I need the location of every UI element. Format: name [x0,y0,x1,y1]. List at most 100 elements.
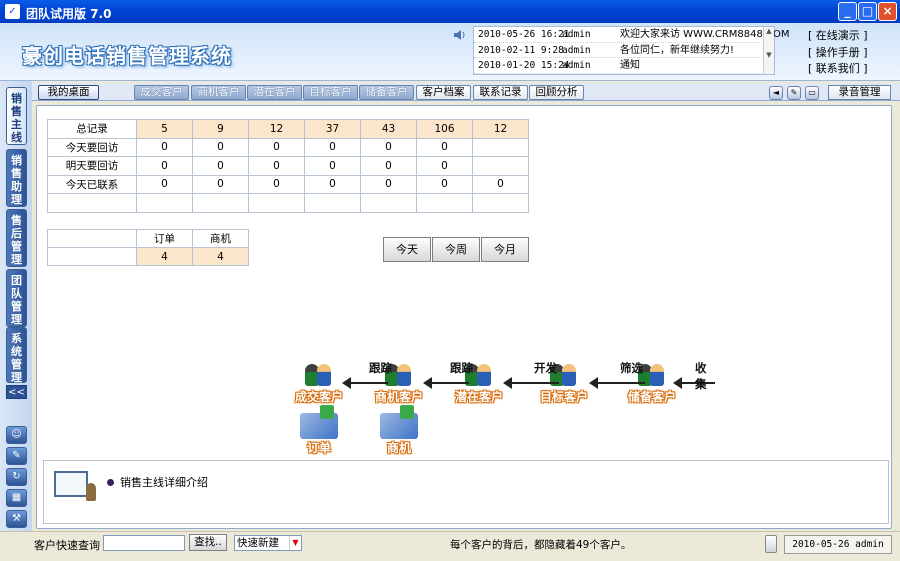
flow-doc-opportunities[interactable]: 商机 [369,405,429,456]
row-label: 明天要回访 [47,156,137,176]
maximize-button[interactable]: □ [858,2,877,21]
table-cell[interactable]: 0 [136,156,193,176]
quick-query-input[interactable] [103,535,185,551]
table-cell[interactable]: 9 [192,119,249,139]
flow-doc-orders[interactable]: 订单 [289,405,349,456]
news-item[interactable]: 2010-02-11 9:28admin 各位同仁，新年继续努力! [474,43,774,58]
nav-bar: 我的桌面 成交客户 商机客户 潜在客户 目标客户 储备客户 客户档案 联系记录 … [32,83,900,101]
flow-node-label: 目标客户 [539,390,588,404]
table-cell[interactable]: 0 [136,137,193,157]
tab-contact-records[interactable]: 联系记录 [473,85,528,100]
window-title: 团队试用版 7.0 [26,7,112,21]
refresh-icon[interactable]: ↻ [6,468,27,486]
news-scrollbar[interactable]: ▲ ▼ [763,27,774,74]
today-button[interactable]: 今天 [383,237,431,262]
flow-arrow-label: 开发 [534,361,557,375]
table-cell[interactable]: 0 [472,174,529,194]
screen-icon[interactable]: ▭ [805,86,819,100]
table-cell[interactable]: 5 [136,119,193,139]
tab-target-customers[interactable]: 目标客户 [303,85,358,100]
flow-arrow [342,377,388,389]
link-online-demo[interactable]: [ 在线演示 ] [808,28,868,45]
table-cell[interactable]: 37 [304,119,361,139]
close-button[interactable]: × [878,2,897,21]
table-cell[interactable]: 0 [248,137,305,157]
table-cell[interactable]: 0 [360,137,417,157]
sidebar-tab-aftersales[interactable]: 售后管理 [6,209,27,267]
table-cell[interactable]: 0 [192,156,249,176]
minimize-button[interactable]: _ [838,2,857,21]
table-cell[interactable]: 106 [416,119,473,139]
table-cell[interactable]: 12 [248,119,305,139]
search-button[interactable]: 查找.. [189,534,227,551]
opportunity-icon [380,405,418,439]
news-item[interactable]: 2010-01-20 15:24admin 通知 [474,58,774,74]
tab-review-analysis[interactable]: 回顾分析 [529,85,584,100]
column-header-orders: 订单 [136,229,193,248]
sidebar-tab-assistant[interactable]: 销售助理 [6,149,27,207]
intro-link[interactable]: 销售主线详细介绍 [120,474,208,490]
table-cell[interactable]: 0 [136,174,193,194]
tab-reserve-customers[interactable]: 储备客户 [359,85,414,100]
tab-opportunity-customers[interactable]: 商机客户 [191,85,246,100]
table-cell [192,193,249,213]
this-month-button[interactable]: 今月 [481,237,529,262]
collapse-button[interactable]: << [6,385,27,399]
sound-icon[interactable]: ◄ [769,86,783,100]
table-cell[interactable]: 0 [416,137,473,157]
link-contact[interactable]: [ 联系我们 ] [808,61,868,78]
flow-arrow-label: 跟踪 [369,361,392,375]
table-cell[interactable]: 0 [360,174,417,194]
sidebar-tab-system[interactable]: 系统管理 [6,327,27,384]
table-cell[interactable]: 43 [360,119,417,139]
tab-customer-files[interactable]: 客户档案 [416,85,471,100]
speaker-icon[interactable] [453,28,467,42]
sidebar-tab-team[interactable]: 团队管理 [6,269,27,327]
quick-new-select[interactable]: 快速新建 ▼ [234,535,302,551]
bullet-icon [107,479,114,486]
pen-icon[interactable]: ✎ [787,86,801,100]
content-panel: 总记录 5 9 12 37 43 106 12 今天要回访 0 0 0 0 0 … [36,105,892,529]
left-sidebar: 销售主线 销售助理 售后管理 团队管理 系统管理 << ☺ ✎ ↻ ▦ ⚒ [0,81,32,561]
news-item[interactable]: 2010-05-26 16:21admin 欢迎大家来访 WWW.CRM8848.… [474,27,790,43]
table-cell[interactable]: 0 [304,156,361,176]
table-cell[interactable]: 0 [248,174,305,194]
tab-my-desktop[interactable]: 我的桌面 [38,85,99,100]
tools-icon[interactable]: ⚒ [6,510,27,528]
table-cell [136,193,193,213]
table-cell[interactable]: 0 [192,137,249,157]
this-week-button[interactable]: 今周 [432,237,480,262]
period-buttons: 今天 今周 今月 [383,237,530,262]
flow-doc-label: 商机 [386,441,411,455]
sidebar-tab-sales[interactable]: 销售主线 [6,87,27,145]
table-cell[interactable]: 0 [248,156,305,176]
table-cell [472,193,529,213]
user-icon[interactable]: ☺ [6,426,27,444]
orders-table: 订单 商机 4 4 [47,229,249,266]
table-cell[interactable]: 0 [416,174,473,194]
table-cell[interactable]: 0 [416,156,473,176]
table-cell[interactable]: 0 [360,156,417,176]
calculator-icon[interactable]: ▦ [6,489,27,507]
flow-node-label: 储备客户 [627,390,676,404]
tab-closed-customers[interactable]: 成交客户 [134,85,189,100]
app-logo: 豪创电话销售管理系统 [22,44,232,68]
orders-count[interactable]: 4 [136,247,193,266]
table-cell[interactable]: 0 [192,174,249,194]
table-cell[interactable]: 0 [304,137,361,157]
quick-new-value: 快速新建 [237,537,279,549]
tab-potential-customers[interactable]: 潜在客户 [247,85,302,100]
table-row: 4 4 [47,247,249,266]
table-cell[interactable]: 12 [472,119,529,139]
opportunities-count[interactable]: 4 [192,247,249,266]
chevron-down-icon[interactable]: ▼ [289,536,301,550]
phone-icon[interactable] [765,535,777,553]
tool-icons: ☺ ✎ ↻ ▦ ⚒ [6,426,27,531]
table-cell[interactable]: 0 [304,174,361,194]
table-cell [47,247,137,266]
link-manual[interactable]: [ 操作手册 ] [808,45,868,62]
record-management-button[interactable]: 录音管理 [828,85,891,100]
stats-table: 总记录 5 9 12 37 43 106 12 今天要回访 0 0 0 0 0 … [47,119,529,213]
edit-icon[interactable]: ✎ [6,447,27,465]
table-cell [360,193,417,213]
